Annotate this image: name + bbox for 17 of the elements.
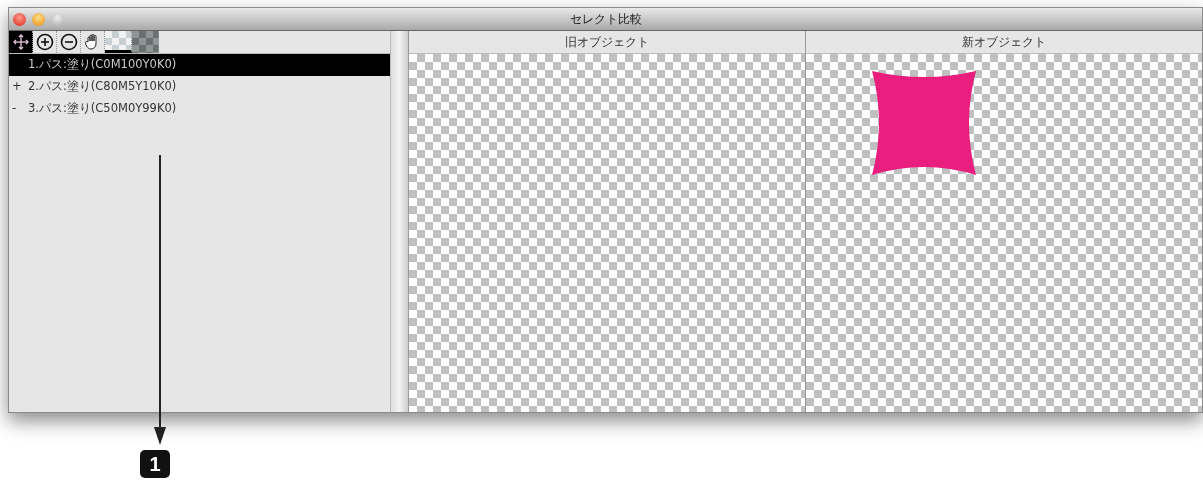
object-label: 2.パス:塗り(C80M5Y10K0) <box>28 78 177 96</box>
move-tool[interactable] <box>9 31 33 53</box>
light-checker-swatch[interactable] <box>105 31 132 53</box>
zoom-out-icon <box>59 33 78 51</box>
object-row[interactable]: - 3.パス:塗り(C50M0Y99K0) <box>9 98 390 120</box>
object-label: 3.パス:塗り(C50M0Y99K0) <box>28 100 177 118</box>
object-row[interactable]: 1.パス:塗り(C0M100Y0K0) <box>9 54 390 76</box>
move-icon <box>12 34 29 50</box>
callout-number: 1 <box>140 450 170 478</box>
dark-checker-swatch[interactable] <box>132 31 159 53</box>
expand-marker[interactable]: - <box>12 100 28 118</box>
close-button[interactable] <box>13 12 26 26</box>
window-title: セレクト比較 <box>569 11 642 28</box>
zoom-in-icon <box>35 33 54 51</box>
expand-marker[interactable]: + <box>12 78 28 96</box>
object-row[interactable]: + 2.パス:塗り(C80M5Y10K0) <box>9 76 390 98</box>
object-label: 1.パス:塗り(C0M100Y0K0) <box>28 56 177 74</box>
